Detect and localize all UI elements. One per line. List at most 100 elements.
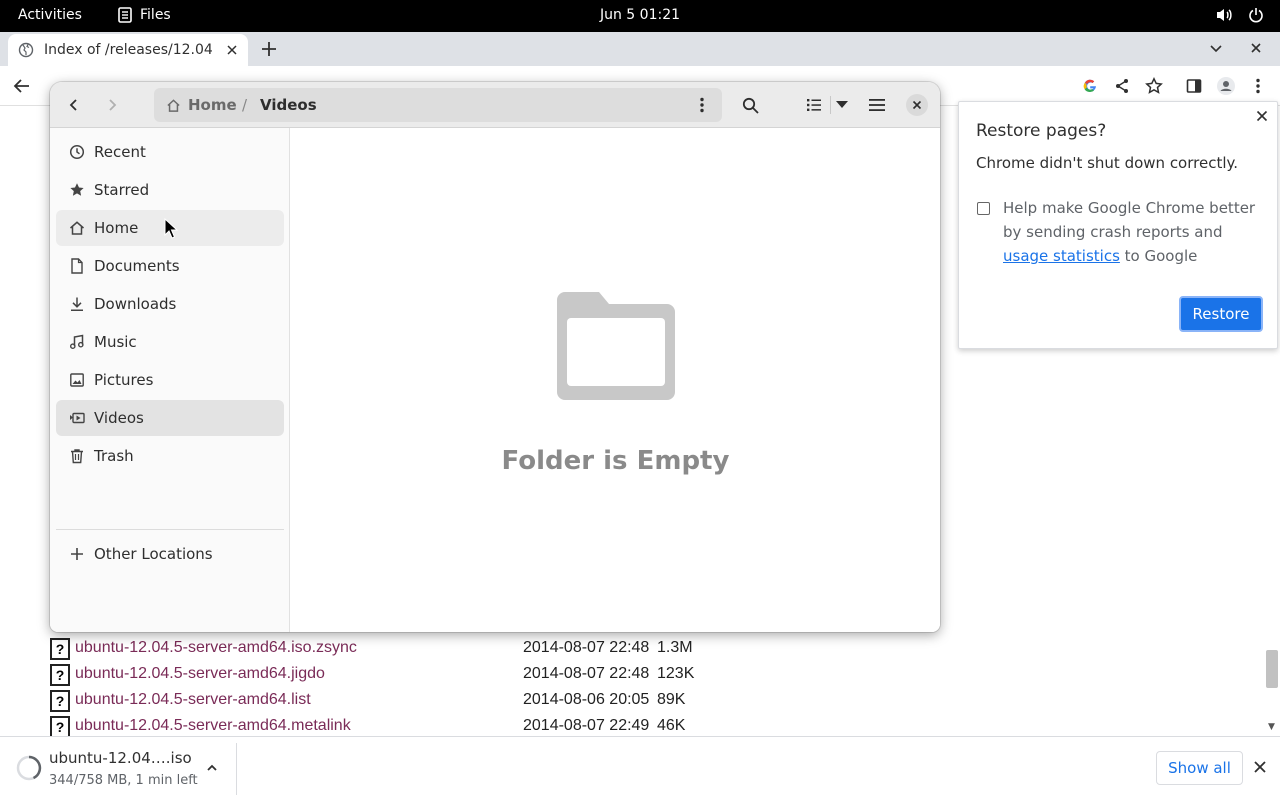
- sidebar-item-downloads[interactable]: Downloads: [56, 286, 284, 322]
- files-headerbar: Home / Videos: [50, 82, 940, 128]
- star-outline-icon: [1145, 77, 1163, 94]
- search-button[interactable]: [738, 93, 762, 117]
- profile-button[interactable]: [1216, 76, 1236, 96]
- divider: [56, 529, 284, 530]
- chrome-menu-button[interactable]: [1248, 76, 1268, 96]
- back-button[interactable]: [62, 93, 86, 117]
- unknown-file-icon: ?: [50, 690, 70, 712]
- dialog-message: Chrome didn't shut down correctly.: [976, 154, 1239, 172]
- sidebar-item-other-locations[interactable]: Other Locations: [56, 536, 284, 572]
- file-link[interactable]: ubuntu-12.04.5-server-amd64.iso.zsync: [75, 639, 357, 657]
- activities-button[interactable]: Activities: [18, 7, 82, 23]
- share-button[interactable]: [1112, 76, 1132, 96]
- sidebar-item-recent[interactable]: Recent: [56, 134, 284, 170]
- document-icon: [68, 257, 86, 275]
- sidebar-item-pictures[interactable]: Pictures: [56, 362, 284, 398]
- globe-icon: [18, 42, 34, 58]
- folder-view[interactable]: Folder is Empty: [291, 128, 940, 632]
- path-separator: /: [242, 96, 248, 114]
- view-options-button[interactable]: [830, 93, 854, 117]
- listing-row: ? ubuntu-12.04.5-server-amd64.jigdo 2014…: [50, 662, 750, 688]
- empty-folder-message: Folder is Empty: [501, 446, 730, 476]
- back-button[interactable]: [12, 76, 32, 96]
- view-toggle-button[interactable]: [802, 93, 826, 117]
- scroll-down-arrow-icon[interactable]: ▼: [1268, 722, 1275, 732]
- picture-icon: [68, 371, 86, 389]
- volume-icon: [1217, 9, 1232, 21]
- forward-button[interactable]: [100, 93, 124, 117]
- google-lens-button[interactable]: [1080, 76, 1100, 96]
- close-icon[interactable]: [1252, 759, 1268, 775]
- clock-icon: [68, 143, 86, 161]
- side-panel-button[interactable]: [1184, 76, 1204, 96]
- close-icon[interactable]: [1256, 110, 1268, 122]
- bookmark-button[interactable]: [1144, 76, 1164, 96]
- home-icon: [68, 219, 86, 237]
- tab-search-chevron-icon[interactable]: [1208, 40, 1224, 56]
- file-date: 2014-08-06 20:05: [523, 691, 650, 708]
- system-tray[interactable]: [1216, 7, 1264, 23]
- files-app-icon: [118, 7, 132, 23]
- path-bar: Home / Videos: [154, 88, 722, 122]
- sidebar-item-label: Other Locations: [94, 545, 213, 563]
- sidebar-item-label: Downloads: [94, 295, 177, 313]
- file-date: 2014-08-07 22:48: [523, 639, 650, 656]
- download-icon: [68, 295, 86, 313]
- sidebar-item-label: Music: [94, 333, 137, 351]
- path-current[interactable]: Videos: [260, 96, 317, 114]
- new-tab-icon[interactable]: [258, 38, 280, 60]
- restore-button[interactable]: Restore: [1179, 296, 1263, 332]
- sidebar-item-music[interactable]: Music: [56, 324, 284, 360]
- file-link[interactable]: ubuntu-12.04.5-server-amd64.jigdo: [75, 665, 325, 683]
- chevron-up-icon[interactable]: [205, 761, 219, 775]
- file-date: 2014-08-07 22:48: [523, 665, 650, 682]
- sidebar-item-documents[interactable]: Documents: [56, 248, 284, 284]
- files-close-button[interactable]: [905, 93, 929, 117]
- crash-report-checkbox[interactable]: [977, 202, 990, 215]
- power-icon: [1249, 8, 1263, 23]
- clock[interactable]: Jun 5 01:21: [600, 7, 680, 23]
- sidebar-item-trash[interactable]: Trash: [56, 438, 284, 474]
- files-window: Home / Videos Recent Starred Home Docume…: [50, 82, 940, 632]
- file-size: 89K: [657, 691, 686, 708]
- trash-icon: [68, 447, 86, 465]
- file-size: 123K: [657, 665, 695, 682]
- file-link[interactable]: ubuntu-12.04.5-server-amd64.list: [75, 691, 311, 709]
- chevron-right-icon: [109, 99, 117, 111]
- tab-title: Index of /releases/12.04: [44, 42, 213, 58]
- sidebar-item-label: Recent: [94, 143, 146, 161]
- sidebar-item-label: Videos: [94, 409, 144, 427]
- show-all-button[interactable]: Show all: [1156, 751, 1243, 785]
- search-icon: [742, 97, 759, 114]
- sidebar-item-videos[interactable]: Videos: [56, 400, 284, 436]
- window-close-icon[interactable]: [1248, 40, 1264, 56]
- sidebar-item-starred[interactable]: Starred: [56, 172, 284, 208]
- file-size: 46K: [657, 717, 686, 734]
- usage-statistics-link[interactable]: usage statistics: [1003, 247, 1120, 265]
- crash-report-label: Help make Google Chrome better by sendin…: [1003, 199, 1256, 265]
- files-sidebar: Recent Starred Home Documents Downloads …: [50, 128, 290, 632]
- file-link[interactable]: ubuntu-12.04.5-server-amd64.metalink: [75, 717, 351, 735]
- browser-tab[interactable]: Index of /releases/12.04: [8, 34, 248, 66]
- app-menu[interactable]: Files: [118, 7, 171, 23]
- list-view-icon: [807, 99, 821, 111]
- page-scrollbar-thumb[interactable]: [1266, 650, 1278, 688]
- tab-strip: Index of /releases/12.04: [0, 32, 1280, 66]
- sidebar-item-label: Pictures: [94, 371, 154, 389]
- profile-icon: [1217, 77, 1235, 95]
- chevron-left-icon: [69, 99, 77, 111]
- unknown-file-icon: ?: [50, 716, 70, 738]
- tab-close-icon[interactable]: [226, 44, 238, 56]
- download-filename[interactable]: ubuntu-12.04….iso: [49, 749, 192, 767]
- path-home-button[interactable]: Home: [166, 96, 237, 114]
- listing-row: ? ubuntu-12.04.5-server-amd64.iso.zsync …: [50, 636, 750, 662]
- sidebar-item-label: Trash: [94, 447, 134, 465]
- main-menu-button[interactable]: [865, 93, 889, 117]
- listing-row: ? ubuntu-12.04.5-server-amd64.list 2014-…: [50, 688, 750, 714]
- close-icon: [906, 94, 928, 116]
- sidebar-item-label: Documents: [94, 257, 180, 275]
- share-icon: [1116, 79, 1128, 93]
- path-menu-icon[interactable]: [700, 97, 704, 113]
- dialog-title: Restore pages?: [976, 121, 1107, 141]
- restore-pages-dialog: Restore pages? Chrome didn't shut down c…: [958, 101, 1278, 349]
